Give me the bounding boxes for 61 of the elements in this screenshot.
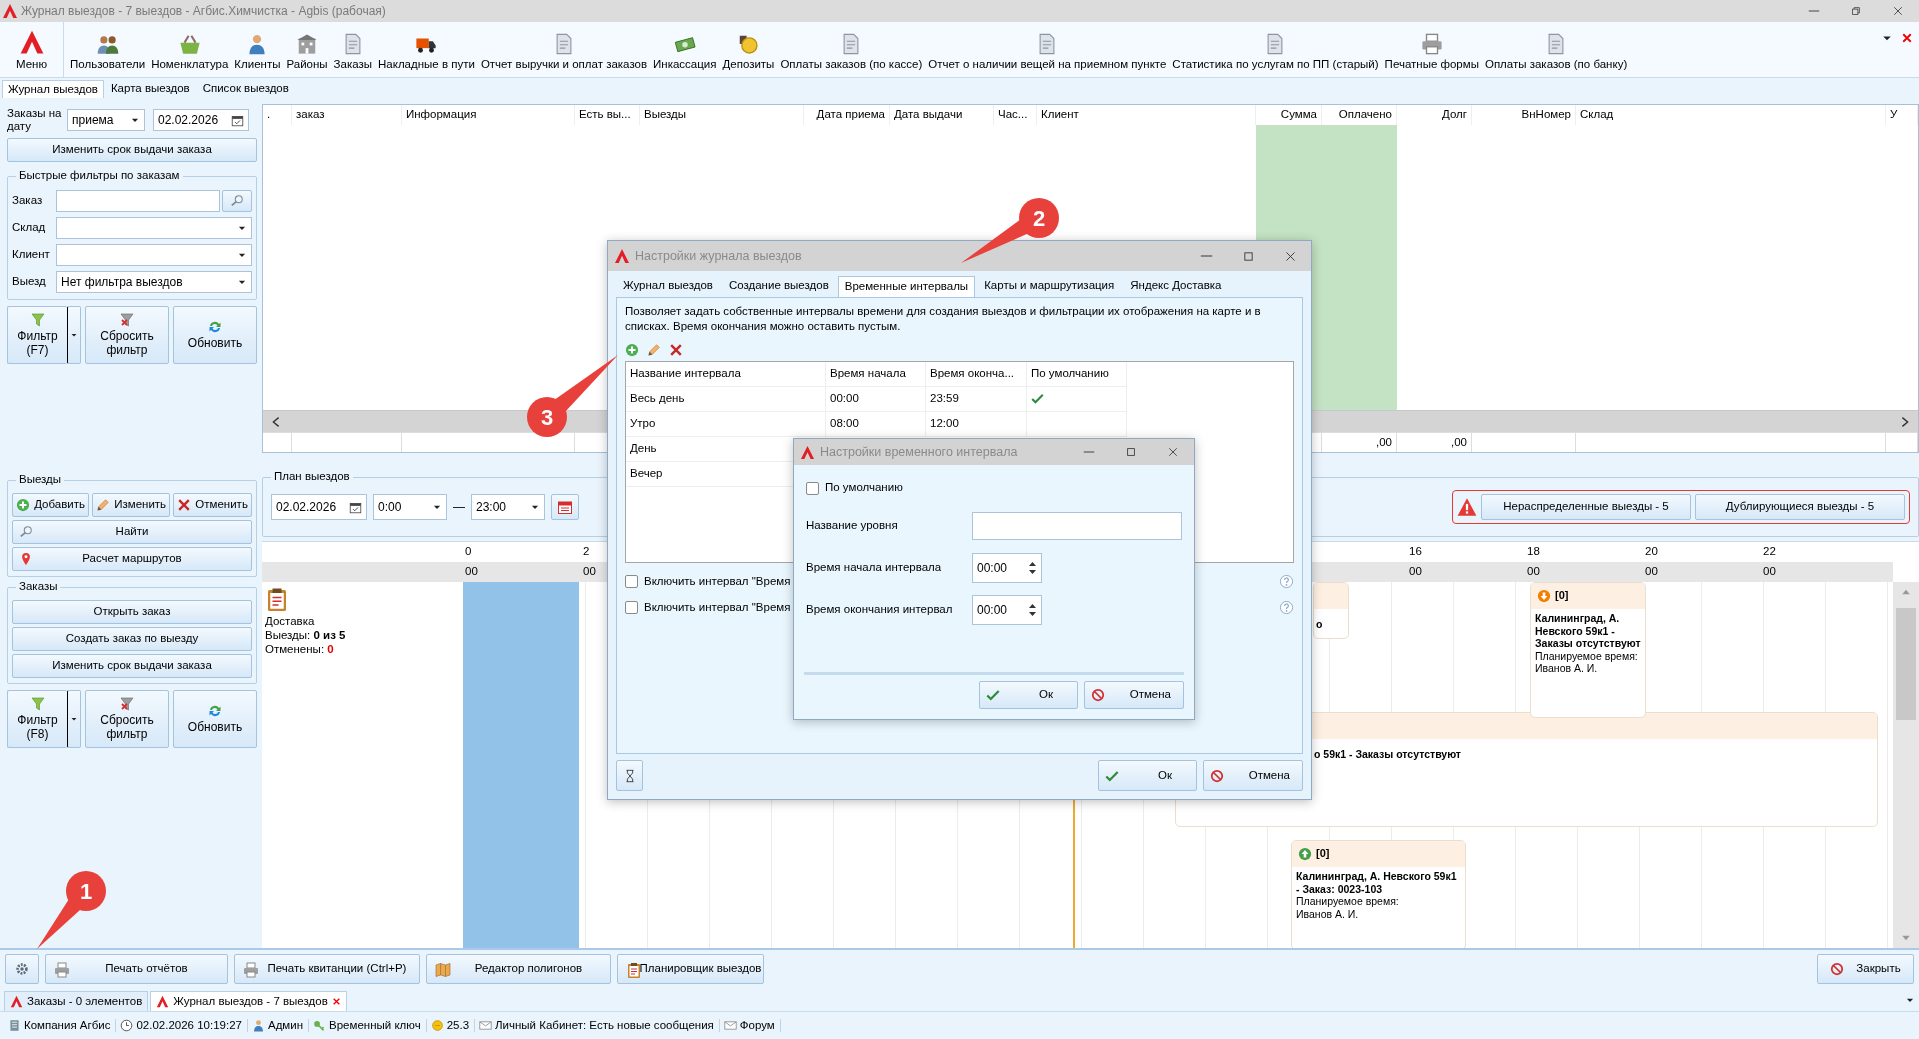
field-label: Выезд: [12, 275, 47, 289]
event-text: Планируемое время:: [1296, 895, 1400, 908]
minute-label: 00: [1409, 565, 1422, 579]
window-title: Журнал выездов - 7 выездов - Агбис.Химчистка - Agbis (рабочая): [21, 3, 386, 19]
minute-label: 00: [583, 565, 596, 579]
total-cell: ,00: [1451, 436, 1467, 448]
status-text: Личный Кабинет: Есть новые сообщения: [495, 1018, 714, 1033]
hour-label: 2: [583, 545, 590, 559]
hour-label: 16: [1409, 545, 1422, 559]
status-text: Форум: [739, 1018, 775, 1033]
field-label: Время начала интервала: [806, 561, 943, 575]
field-label: Заказы на дату: [7, 107, 63, 133]
field-label: Время окончания интервал: [806, 603, 954, 617]
group-title: План выездов: [271, 470, 353, 484]
callout-badge: 3: [527, 397, 567, 437]
event-title: Калининград, А. Невского 59к1 - Заказы отсутствуют: [1535, 612, 1641, 650]
hour-label: 20: [1645, 545, 1658, 559]
dialog-title: Настройки журнала выездов: [635, 248, 802, 264]
lane-title: Доставка: [265, 615, 316, 629]
minute-label: 00: [1527, 565, 1540, 579]
event-count: [0]: [1316, 847, 1330, 861]
table-cell: 00:00: [826, 386, 926, 412]
callout-badge: 2: [1019, 198, 1059, 238]
group-title: Выезды: [16, 473, 65, 487]
field-label: Заказ: [12, 194, 44, 208]
event-text: Иванов А. И.: [1535, 662, 1599, 675]
table-cell: Весь день: [626, 386, 826, 412]
field-label: Название уровня: [806, 519, 899, 533]
minute-label: 00: [1645, 565, 1658, 579]
checkbox-label: По умолчанию: [825, 481, 903, 495]
field-label: Склад: [12, 221, 47, 235]
checkbox-label: Включить интервал "Время: [644, 600, 791, 615]
checkbox-label: Включить интервал "Время: [644, 574, 791, 589]
callout-badge: 1: [66, 871, 106, 911]
event-text: о: [1316, 618, 1323, 630]
status-text: 25.3: [446, 1018, 470, 1033]
total-cell: ,00: [1376, 436, 1392, 448]
event-text: Иванов А. И.: [1296, 907, 1360, 921]
status-text: Админ: [268, 1018, 304, 1033]
table-cell: Утро: [626, 411, 826, 437]
event-title: Калининград, А. Невского 59к1 - Заказ: 0023-103: [1296, 870, 1458, 896]
event-count: [0]: [1555, 589, 1569, 603]
table-cell: 12:00: [926, 411, 1027, 437]
status-text: Временный ключ: [329, 1018, 421, 1033]
dash-separator: —: [453, 499, 465, 515]
table-cell: 08:00: [826, 411, 926, 437]
field-label: Клиент: [12, 248, 51, 262]
description-text: Позволяет задать собственные интервалы времени для создания выездов и фильтрации их отображения на карте и в списках. Время окончания можно оставить пустым.: [625, 303, 1262, 335]
group-title: Быстрые фильтры по заказам: [16, 169, 183, 183]
hour-label: 0: [465, 545, 472, 559]
minute-label: 00: [1763, 565, 1776, 579]
table-cell: 23:59: [926, 386, 1027, 412]
hour-label: 18: [1527, 545, 1540, 559]
event-text: о 59к1 - Заказы отсутствуют: [1314, 748, 1461, 760]
event-text: Планируемое время:: [1535, 649, 1639, 663]
trips-count: Выезды: 0 из 5: [265, 628, 347, 643]
hour-label: 22: [1763, 545, 1776, 559]
status-text: Компания Агбис: [24, 1018, 111, 1033]
status-text: 02.02.2026 10:19:27: [136, 1018, 242, 1033]
minute-label: 00: [465, 565, 478, 579]
cancelled-count: Отменены: 0: [265, 642, 335, 657]
